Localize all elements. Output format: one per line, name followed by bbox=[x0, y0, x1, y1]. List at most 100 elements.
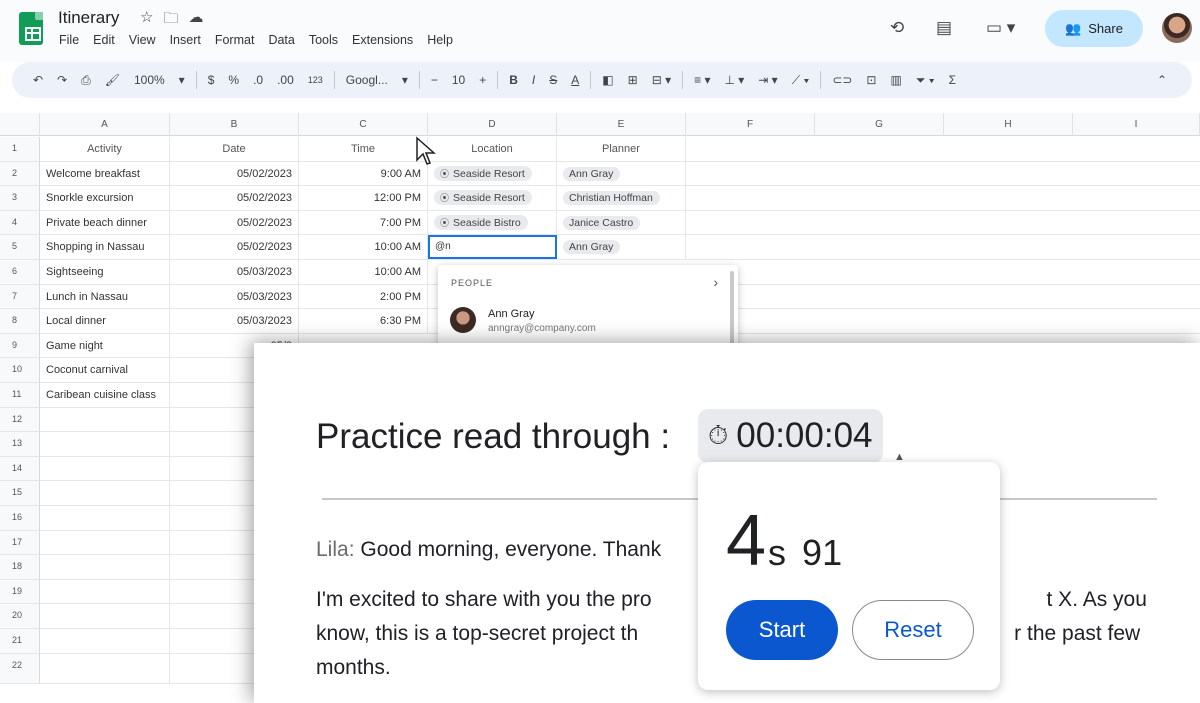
insert-comment-icon[interactable]: ⊡ bbox=[859, 73, 883, 87]
more-formats-button[interactable]: 123 bbox=[301, 75, 330, 85]
activity-cell[interactable]: Coconut carnival bbox=[40, 358, 170, 382]
row-number[interactable]: 2 bbox=[0, 161, 40, 186]
column-header-d[interactable]: D bbox=[428, 113, 557, 136]
empty-cell[interactable] bbox=[40, 555, 170, 579]
text-color-button[interactable]: A bbox=[564, 73, 586, 87]
strikethrough-button[interactable]: S bbox=[542, 73, 564, 87]
comments-icon[interactable]: ▤ bbox=[936, 18, 952, 38]
time-cell[interactable]: 9:00 AM bbox=[299, 161, 428, 186]
place-chip[interactable]: ⦿ Seaside Resort bbox=[434, 190, 532, 206]
horizontal-align-icon[interactable]: ≡ ▾ bbox=[687, 73, 717, 87]
sheets-logo-icon[interactable] bbox=[19, 12, 43, 45]
chevron-down-icon[interactable]: ▾ bbox=[395, 73, 415, 87]
font-size-input[interactable]: 10 bbox=[445, 73, 472, 87]
borders-icon[interactable]: ⊞ bbox=[621, 73, 645, 87]
empty-cell[interactable] bbox=[40, 530, 170, 555]
menu-data[interactable]: Data bbox=[268, 33, 294, 47]
date-cell[interactable]: 05/02/2023 bbox=[170, 210, 299, 235]
font-size-increase-button[interactable]: + bbox=[472, 73, 493, 87]
time-cell[interactable]: 10:00 AM bbox=[299, 260, 428, 284]
row-number[interactable]: 14 bbox=[0, 456, 40, 481]
empty-cell[interactable] bbox=[40, 456, 170, 481]
row-number[interactable]: 20 bbox=[0, 604, 40, 628]
menu-format[interactable]: Format bbox=[215, 33, 255, 47]
cloud-status-icon[interactable]: ☁ bbox=[188, 8, 203, 33]
empty-cell[interactable] bbox=[40, 629, 170, 653]
row-number[interactable]: 5 bbox=[0, 235, 40, 259]
filter-icon[interactable]: ⏷ ▾ bbox=[909, 73, 942, 88]
empty-cell[interactable] bbox=[40, 653, 170, 683]
reset-button[interactable]: Reset bbox=[852, 600, 974, 660]
bold-button[interactable]: B bbox=[502, 73, 525, 87]
row-number[interactable]: 17 bbox=[0, 530, 40, 555]
activity-cell[interactable]: Private beach dinner bbox=[40, 210, 170, 235]
currency-format-button[interactable]: $ bbox=[201, 73, 222, 87]
row-number[interactable]: 15 bbox=[0, 481, 40, 505]
row-number[interactable]: 16 bbox=[0, 506, 40, 530]
select-all-corner[interactable] bbox=[0, 113, 40, 136]
date-cell[interactable]: 05/02/2023 bbox=[170, 161, 299, 186]
meet-video-icon[interactable]: ▭ ▾ bbox=[986, 18, 1015, 38]
activity-cell[interactable]: Local dinner bbox=[40, 309, 170, 333]
date-cell[interactable]: 05/03/2023 bbox=[170, 309, 299, 333]
increase-decimal-button[interactable]: .00 bbox=[270, 73, 301, 87]
date-cell[interactable]: 05/02/2023 bbox=[170, 186, 299, 210]
row-number[interactable]: 10 bbox=[0, 358, 40, 382]
row-number[interactable]: 21 bbox=[0, 629, 40, 653]
decrease-decimal-button[interactable]: .0 bbox=[246, 73, 270, 87]
row-number[interactable]: 19 bbox=[0, 579, 40, 604]
header-cell-activity[interactable]: Activity bbox=[40, 137, 170, 161]
start-button[interactable]: Start bbox=[726, 600, 838, 660]
print-icon[interactable]: ⎙ bbox=[74, 73, 98, 88]
planner-cell[interactable]: Ann Gray bbox=[557, 161, 686, 186]
planner-cell[interactable]: Christian Hoffman bbox=[557, 186, 686, 210]
menu-file[interactable]: File bbox=[59, 33, 79, 47]
menu-insert[interactable]: Insert bbox=[170, 33, 201, 47]
row-number[interactable]: 12 bbox=[0, 407, 40, 432]
font-select[interactable]: Googl... bbox=[339, 73, 395, 87]
row-number[interactable]: 11 bbox=[0, 383, 40, 407]
time-cell[interactable]: 12:00 PM bbox=[299, 186, 428, 210]
planner-cell[interactable]: Ann Gray bbox=[557, 235, 686, 259]
empty-cell[interactable] bbox=[40, 579, 170, 604]
history-icon[interactable]: ⟲ bbox=[890, 18, 904, 38]
row-number[interactable]: 6 bbox=[0, 260, 40, 284]
empty-cell[interactable] bbox=[40, 432, 170, 456]
row-number[interactable]: 1 bbox=[0, 137, 40, 161]
activity-cell[interactable]: Lunch in Nassau bbox=[40, 284, 170, 309]
time-cell[interactable]: 2:00 PM bbox=[299, 284, 428, 309]
empty-cell[interactable] bbox=[40, 506, 170, 530]
menu-view[interactable]: View bbox=[129, 33, 156, 47]
date-cell[interactable]: 05/03/2023 bbox=[170, 284, 299, 309]
stopwatch-chip[interactable]: ⏱ 00:00:04 bbox=[698, 409, 883, 463]
text-wrap-icon[interactable]: ⇥ ▾ bbox=[751, 73, 784, 87]
insert-link-icon[interactable]: ⊂⊃ bbox=[825, 73, 859, 87]
vertical-align-icon[interactable]: ⊥ ▾ bbox=[717, 73, 751, 87]
place-chip[interactable]: ⦿ Seaside Bistro bbox=[434, 214, 528, 230]
location-cell[interactable]: ⦿ Seaside Bistro bbox=[428, 210, 557, 235]
column-header-g[interactable]: G bbox=[815, 113, 944, 136]
date-cell[interactable]: 05/03/2023 bbox=[170, 260, 299, 284]
document-title[interactable]: Itinerary bbox=[58, 8, 119, 28]
account-avatar[interactable] bbox=[1162, 13, 1192, 43]
zoom-select[interactable]: 100% bbox=[127, 73, 172, 87]
text-rotation-icon[interactable]: ⟋ ▾ bbox=[785, 73, 817, 88]
column-header-f[interactable]: F bbox=[686, 113, 815, 136]
time-cell[interactable]: 6:30 PM bbox=[299, 309, 428, 333]
person-chip[interactable]: Janice Castro bbox=[563, 215, 641, 230]
merge-cells-icon[interactable]: ⊟ ▾ bbox=[645, 73, 678, 87]
scrollbar[interactable] bbox=[730, 271, 734, 349]
person-chip[interactable]: Ann Gray bbox=[563, 166, 621, 181]
collapse-menus-icon[interactable]: ⌃ bbox=[1150, 73, 1174, 87]
column-header-a[interactable]: A bbox=[40, 113, 170, 136]
column-header-i[interactable]: I bbox=[1073, 113, 1200, 136]
person-chip[interactable]: Ann Gray bbox=[563, 240, 621, 255]
header-cell-date[interactable]: Date bbox=[170, 137, 299, 161]
empty-cell[interactable] bbox=[40, 604, 170, 628]
planner-cell[interactable]: Janice Castro bbox=[557, 210, 686, 235]
chevron-down-icon[interactable]: ▾ bbox=[172, 73, 192, 87]
person-name[interactable]: Ann Gray bbox=[488, 308, 534, 320]
empty-cell[interactable] bbox=[40, 481, 170, 505]
row-number[interactable]: 13 bbox=[0, 432, 40, 456]
row-number[interactable]: 22 bbox=[0, 653, 40, 683]
